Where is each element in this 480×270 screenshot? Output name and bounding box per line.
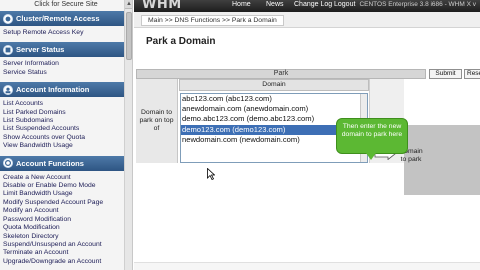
section-title: Cluster/Remote Access [16, 14, 100, 23]
cluster-icon [3, 13, 13, 24]
sidebar-item-create-account[interactable]: Create a New Account [0, 174, 132, 182]
page-title: Park a Domain [146, 36, 216, 47]
sidebar-item-password-modification[interactable]: Password Modification [0, 216, 132, 224]
sidebar-item-terminate-account[interactable]: Terminate an Account [0, 249, 132, 257]
nav-home[interactable]: Home [232, 1, 251, 8]
domain-option[interactable]: abc123.com (abc123.com) [181, 94, 367, 104]
secure-site-link[interactable]: Click for Secure Site [0, 0, 132, 9]
mouse-cursor-icon [207, 168, 215, 180]
sidebar-item-list-accounts[interactable]: List Accounts [0, 100, 132, 108]
sidebar-item-list-parked-domains[interactable]: List Parked Domains [0, 109, 132, 117]
main-content: Park a Domain Park Submit Reset Domain t… [134, 28, 480, 270]
submit-button[interactable]: Submit [429, 69, 462, 79]
sidebar-item-service-status[interactable]: Service Status [0, 69, 132, 77]
section-header-server-status[interactable]: Server Status [0, 42, 132, 58]
sidebar-item-quota-modification[interactable]: Quota Modification [0, 224, 132, 232]
section-header-cluster[interactable]: Cluster/Remote Access [0, 11, 132, 26]
sidebar-item-skeleton-directory[interactable]: Skeleton Directory [0, 233, 132, 241]
page-bottom [134, 262, 480, 270]
nav-news[interactable]: News [266, 1, 284, 8]
version-text: CENTOS Enterprise 3.8 i686 - WHM X v [359, 1, 476, 8]
callout-pointer [366, 153, 376, 160]
section-header-account-information[interactable]: Account Information [0, 82, 132, 98]
section-title: Account Functions [16, 158, 84, 168]
sidebar: Click for Secure Site Cluster/Remote Acc… [0, 0, 133, 270]
sidebar-item-suspend-account[interactable]: Suspend/Unsuspend an Account [0, 241, 132, 249]
account-functions-icon [3, 158, 13, 169]
sidebar-item-list-suspended-accounts[interactable]: List Suspended Accounts [0, 125, 132, 133]
sidebar-item-demo-mode[interactable]: Disable or Enable Demo Mode [0, 182, 132, 190]
sidebar-item-setup-remote-access-key[interactable]: Setup Remote Access Key [0, 29, 132, 37]
nav-change-log[interactable]: Change Log [294, 1, 332, 8]
domain-to-park-on-label: Domain to park on top of [136, 79, 178, 163]
sidebar-item-limit-bandwidth[interactable]: Limit Bandwidth Usage [0, 190, 132, 198]
breadcrumb[interactable]: Main >> DNS Functions >> Park a Domain [141, 15, 284, 26]
scroll-up-arrow-icon[interactable]: ▲ [125, 0, 132, 9]
reset-button[interactable]: Reset [464, 69, 480, 79]
domain-column-header: Domain [179, 79, 369, 91]
park-form: Park Submit Reset Domain to park on top … [136, 69, 480, 195]
domain-option[interactable]: anewdomain.com (anewdomain.com) [181, 104, 367, 114]
sidebar-item-upgrade-downgrade[interactable]: Upgrade/Downgrade an Account [0, 258, 132, 266]
instruction-callout: Then enter the new domain to park here [336, 118, 408, 154]
whm-logo: WHM [142, 0, 182, 12]
account-info-icon [3, 84, 13, 95]
breadcrumb-bar: Main >> DNS Functions >> Park a Domain [134, 12, 480, 28]
sidebar-item-list-subdomains[interactable]: List Subdomains [0, 117, 132, 125]
sidebar-item-server-information[interactable]: Server Information [0, 60, 132, 68]
scrollbar-thumb[interactable] [126, 12, 132, 60]
sidebar-item-view-bandwidth-usage[interactable]: View Bandwidth Usage [0, 142, 132, 150]
sidebar-item-modify-suspended-page[interactable]: Modify Suspended Account Page [0, 199, 132, 207]
section-header-account-functions[interactable]: Account Functions [0, 155, 132, 171]
sidebar-item-modify-account[interactable]: Modify an Account [0, 207, 132, 215]
top-bar: WHM Home News Change Log Logout CENTOS E… [134, 0, 480, 12]
server-status-icon [3, 44, 13, 55]
sidebar-item-show-accounts-over-quota[interactable]: Show Accounts over Quota [0, 134, 132, 142]
sidebar-scrollbar[interactable]: ▲ [124, 0, 132, 270]
section-title: Server Status [16, 45, 65, 55]
park-header: Park [136, 69, 426, 79]
nav-logout[interactable]: Logout [334, 1, 355, 8]
section-title: Account Information [16, 85, 90, 95]
